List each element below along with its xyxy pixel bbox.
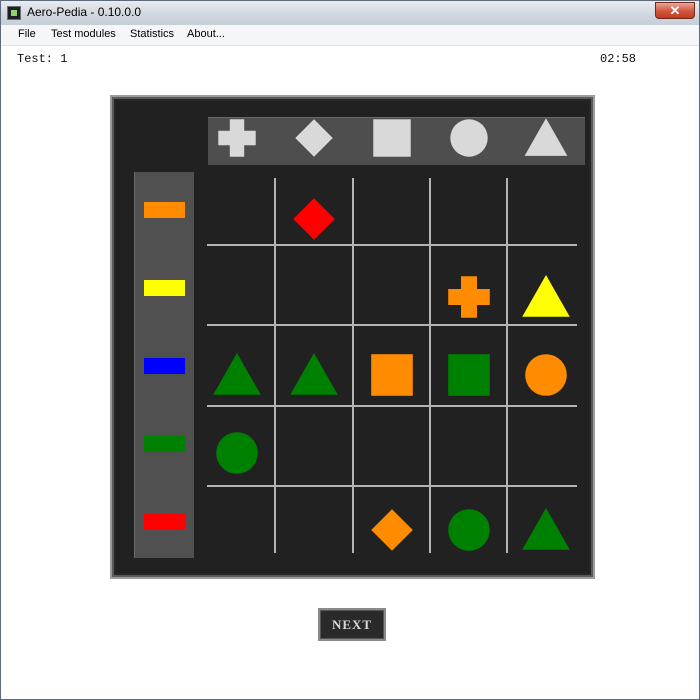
triangle-icon — [524, 118, 568, 156]
circle-icon — [216, 432, 258, 474]
square-icon — [371, 354, 413, 396]
test-number-label: Test: 1 — [17, 52, 68, 66]
triangle-icon — [213, 353, 261, 395]
menu-about[interactable]: About... — [187, 28, 225, 40]
circle-icon — [525, 354, 567, 396]
timer-label: 02:58 — [600, 52, 637, 66]
close-icon: ✕ — [669, 3, 681, 18]
diamond-icon — [295, 119, 333, 157]
menu-statistics[interactable]: Statistics — [130, 28, 174, 40]
square-icon — [373, 119, 411, 157]
board-inner — [116, 101, 589, 573]
menu-file[interactable]: File — [18, 28, 36, 40]
menu-test-modules[interactable]: Test modules — [51, 28, 116, 40]
next-button[interactable]: NEXT — [318, 608, 386, 641]
circle-icon — [450, 119, 488, 157]
diamond-icon — [371, 509, 413, 551]
title-bar: Aero-Pedia - 0.10.0.0 ✕ — [1, 1, 699, 26]
cross-icon — [218, 119, 256, 157]
triangle-icon — [522, 275, 570, 317]
puzzle-board — [110, 95, 595, 579]
diamond-icon — [293, 198, 335, 240]
app-window: Aero-Pedia - 0.10.0.0 ✕ File Test module… — [0, 0, 700, 700]
menu-bar: File Test modules Statistics About... — [1, 25, 699, 46]
app-icon — [7, 6, 21, 20]
shape-grid — [207, 118, 577, 553]
close-button[interactable]: ✕ — [655, 2, 695, 19]
window-title: Aero-Pedia - 0.10.0.0 — [27, 5, 142, 19]
cross-icon — [448, 276, 490, 318]
circle-icon — [448, 509, 490, 551]
triangle-icon — [522, 508, 570, 550]
triangle-icon — [290, 353, 338, 395]
square-icon — [448, 354, 490, 396]
